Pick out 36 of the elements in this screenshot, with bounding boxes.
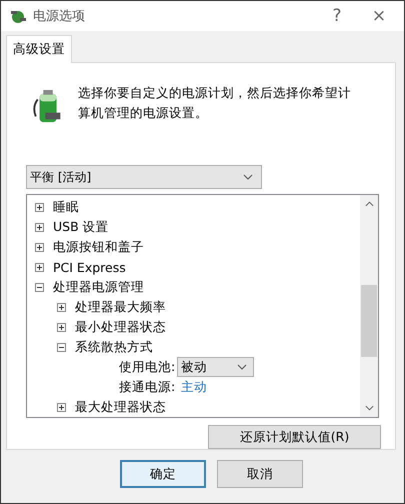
chevron-down-icon	[243, 174, 253, 180]
tree-item[interactable]: 最大处理器状态	[75, 398, 166, 416]
expand-icon[interactable]	[57, 402, 66, 412]
dialog-button[interactable]: 取消	[217, 460, 303, 488]
collapse-icon[interactable]	[35, 282, 44, 292]
tab[interactable]: 高级设置	[6, 35, 72, 63]
close-button[interactable]: ×	[358, 2, 400, 30]
chevron-down-icon	[237, 364, 248, 370]
expand-icon[interactable]	[35, 242, 44, 252]
expand-icon[interactable]	[35, 202, 44, 212]
tree-item[interactable]: 系统散热方式	[75, 338, 153, 356]
restore-defaults-button[interactable]: 还原计划默认值(R)	[208, 425, 381, 449]
tree-item[interactable]: 最小处理器状态	[75, 318, 166, 336]
tree-item[interactable]: PCI Express	[53, 260, 126, 274]
tree-item[interactable]: 睡眠	[53, 198, 79, 216]
setting-label: 接通电源:	[119, 378, 176, 396]
setting-label: 使用电池:	[119, 358, 176, 376]
setting-link[interactable]: 主动	[181, 378, 208, 396]
scrollbar[interactable]	[360, 195, 378, 417]
setting-dropdown[interactable]: 被动	[177, 357, 254, 377]
plan-dropdown[interactable]: 平衡 [活动]	[26, 165, 262, 189]
tree-item[interactable]: 电源按钮和盖子	[53, 238, 144, 256]
scroll-up-icon[interactable]	[364, 201, 374, 207]
tree-item[interactable]: 处理器最大频率	[75, 298, 166, 316]
expand-icon[interactable]	[35, 262, 44, 272]
dialog-button[interactable]: 确定	[120, 460, 206, 488]
expand-icon[interactable]	[35, 222, 44, 232]
window-title: 电源选项	[33, 8, 85, 25]
expand-icon[interactable]	[57, 322, 66, 332]
description-text: 选择你要自定义的电源计划，然后选择你希望计算机管理的电源设置。	[78, 84, 352, 122]
tree-item[interactable]: USB 设置	[53, 218, 109, 236]
scroll-down-icon[interactable]	[364, 405, 374, 411]
tree-item[interactable]: 处理器电源管理	[53, 278, 144, 296]
help-button[interactable]: ?	[316, 2, 358, 30]
expand-icon[interactable]	[57, 302, 66, 312]
collapse-icon[interactable]	[57, 342, 66, 352]
